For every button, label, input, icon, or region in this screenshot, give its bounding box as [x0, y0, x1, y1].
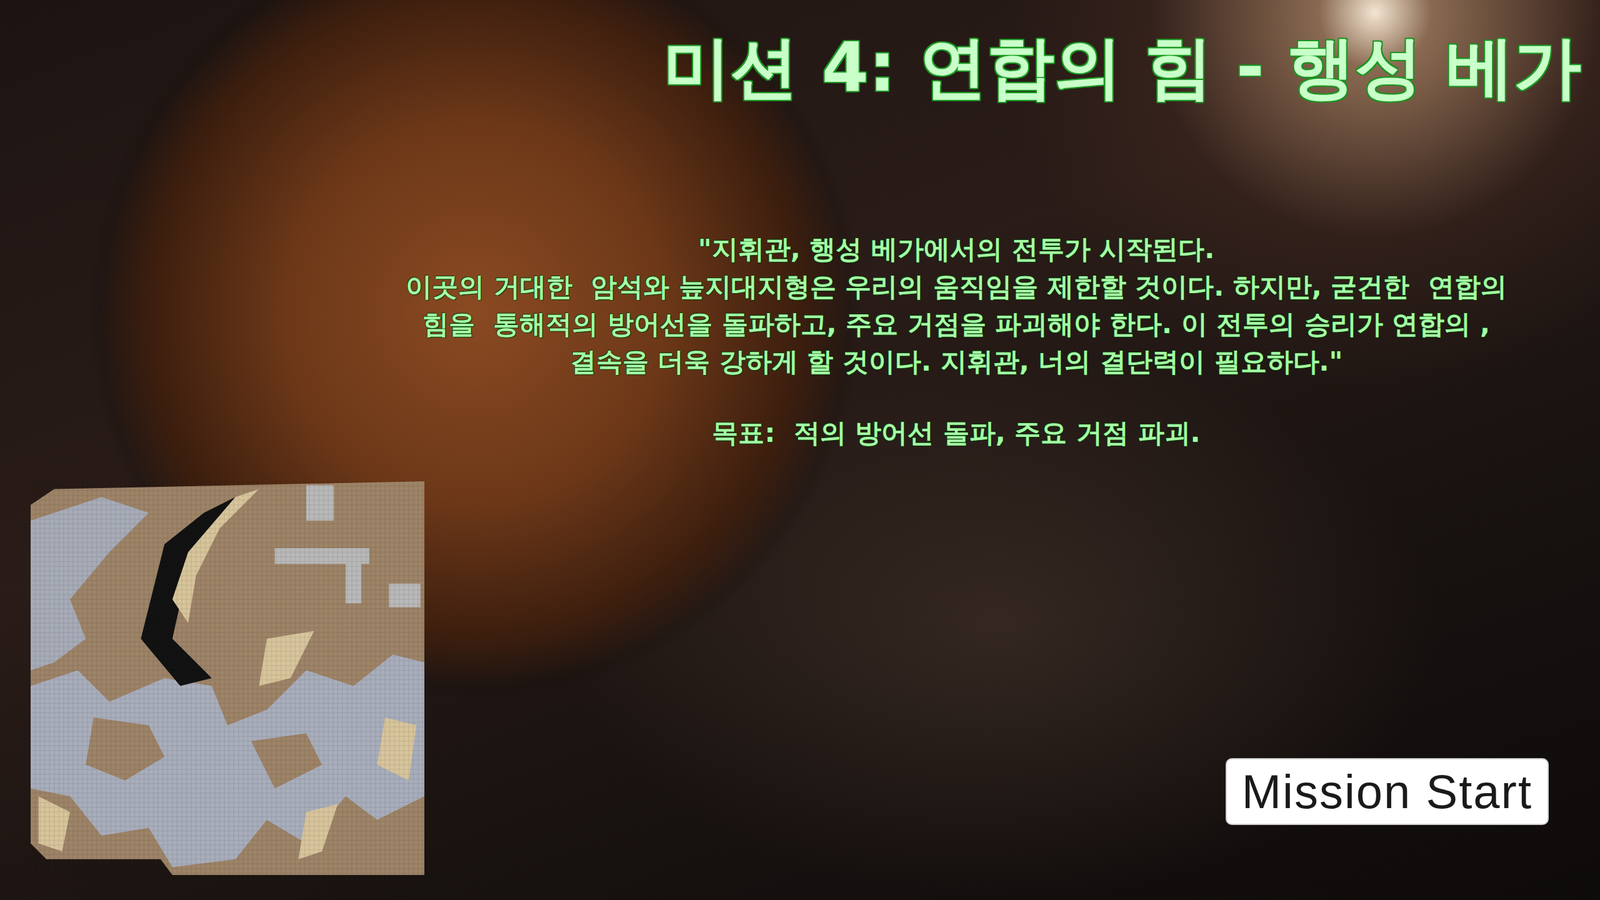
mission-title: 미션 4: 연합의 힘 - 행성 베가 — [0, 30, 1582, 106]
bottom-row: Mission Start — [0, 451, 1600, 900]
mission-start-button[interactable]: Mission Start — [1225, 758, 1549, 825]
briefing-line: 이곳의 거대한 암석와 늪지대지형은 우리의 움직임을 제한할 것이다. 하지만… — [325, 268, 1588, 306]
briefing-line: "지휘관, 행성 베가에서의 전투가 시작된다. — [325, 230, 1588, 269]
mission-objective: 목표: 적의 방어선 돌파, 주요 거점 파괴. — [325, 414, 1588, 452]
briefing-panel: "지휘관, 행성 베가에서의 전투가 시작된다.이곳의 거대한 암석와 늪지대지… — [0, 230, 1600, 452]
briefing-line: 결속을 더욱 강하게 할 것이다. 지휘관, 너의 결단력이 필요하다." — [325, 343, 1588, 381]
mission-briefing-screen: 미션 4: 연합의 힘 - 행성 베가 "지휘관, 행성 베가에서의 전투가 시작… — [0, 0, 1600, 900]
briefing-line: 힘을 통해적의 방어선을 돌파하고, 주요 거점을 파괴해야 한다. 이 전투의… — [325, 305, 1588, 344]
minimap[interactable] — [30, 481, 425, 875]
mission-header: 미션 4: 연합의 힘 - 행성 베가 — [0, 0, 1600, 106]
